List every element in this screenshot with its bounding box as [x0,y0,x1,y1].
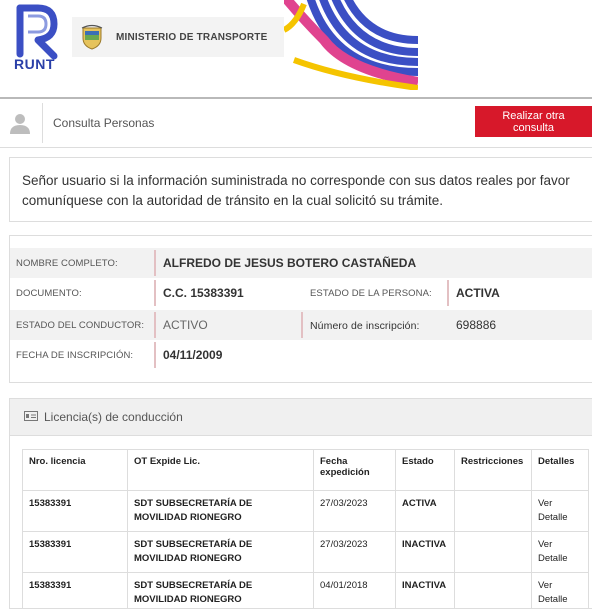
ver-detalle-link[interactable]: Ver Detalle [532,491,589,532]
label-divider [154,280,156,306]
cell-ot: SDT SUBSECRETARÍA DE MOVILIDAD RIONEGRO [128,573,314,609]
cell-fecha: 27/03/2023 [314,491,396,532]
realizar-otra-consulta-button[interactable]: Realizar otra consulta [475,106,592,137]
inscripcion-value: 698886 [456,318,496,332]
cell-restricciones [455,573,532,609]
col-detalles: Detalles [532,450,589,491]
ver-detalle-link[interactable]: Ver Detalle [532,532,589,573]
license-card-icon [24,411,38,421]
documento-label: DOCUMENTO: [16,288,82,299]
cell-restricciones [455,491,532,532]
cell-estado: INACTIVA [396,573,455,609]
cell-nro: 15383391 [23,491,128,532]
label-divider [154,342,156,368]
documento-value: C.C. 15383391 [163,286,244,300]
header-right-space [418,0,592,90]
consulta-bar: Consulta Personas Realizar otra consulta [0,99,592,148]
cell-fecha: 04/01/2018 [314,573,396,609]
row-fecha: FECHA DE INSCRIPCIÓN: 04/11/2009 [10,340,592,370]
table-row: 15383391 SDT SUBSECRETARÍA DE MOVILIDAD … [23,491,589,532]
licenses-title: Licencia(s) de conducción [44,410,183,424]
licenses-header: Licencia(s) de conducción [10,399,592,436]
label-divider [154,312,156,338]
row-nombre: NOMBRE COMPLETO: ALFREDO DE JESUS BOTERO… [10,248,592,278]
ministry-name: MINISTERIO DE TRANSPORTE [116,32,267,43]
nombre-label: NOMBRE COMPLETO: [16,258,118,269]
col-estado: Estado [396,450,455,491]
estado-persona-label: ESTADO DE LA PERSONA: [310,288,432,299]
cell-restricciones [455,532,532,573]
cell-ot: SDT SUBSECRETARÍA DE MOVILIDAD RIONEGRO [128,491,314,532]
notice-box: Señor usuario si la información suminist… [9,157,592,222]
site-header: RUNT MINISTERIO DE TRANSPORTE [0,0,418,90]
cell-estado: ACTIVA [396,491,455,532]
fecha-label: FECHA DE INSCRIPCIÓN: [16,350,133,361]
row-documento: DOCUMENTO: C.C. 15383391 ESTADO DE LA PE… [10,278,592,308]
decorative-wave-graphic [284,0,418,90]
col-restricciones: Restricciones [455,450,532,491]
page-title: Consulta Personas [53,116,154,130]
runt-logo-text: RUNT [14,56,55,72]
cell-nro: 15383391 [23,532,128,573]
table-header-row: Nro. licencia OT Expide Lic. Fecha exped… [23,450,589,491]
inscripcion-label: Número de inscripción: [310,320,420,332]
notice-text: Señor usuario si la información suminist… [22,171,582,211]
ministry-banner: MINISTERIO DE TRANSPORTE [72,17,286,57]
cell-fecha: 27/03/2023 [314,532,396,573]
bar-divider [42,103,43,143]
estado-persona-value: ACTIVA [456,286,500,300]
cell-estado: INACTIVA [396,532,455,573]
cell-ot: SDT SUBSECRETARÍA DE MOVILIDAD RIONEGRO [128,532,314,573]
table-row: 15383391 SDT SUBSECRETARÍA DE MOVILIDAD … [23,532,589,573]
label-divider [301,312,303,338]
licenses-table: Nro. licencia OT Expide Lic. Fecha exped… [22,449,589,609]
user-icon [8,111,32,135]
licenses-panel: Licencia(s) de conducción Nro. licencia … [9,398,592,609]
col-nro-licencia: Nro. licencia [23,450,128,491]
label-divider [447,280,449,306]
col-ot-expide: OT Expide Lic. [128,450,314,491]
person-info-panel: NOMBRE COMPLETO: ALFREDO DE JESUS BOTERO… [9,235,592,383]
nombre-value: ALFREDO DE JESUS BOTERO CASTAÑEDA [163,256,416,270]
ver-detalle-link[interactable]: Ver Detalle [532,573,589,609]
fecha-value: 04/11/2009 [163,348,222,362]
estado-conductor-label: ESTADO DEL CONDUCTOR: [16,320,144,331]
table-row: 15383391 SDT SUBSECRETARÍA DE MOVILIDAD … [23,573,589,609]
col-fecha-expedicion: Fecha expedición [314,450,396,491]
estado-conductor-value: ACTIVO [163,318,208,332]
colombia-shield-icon [80,24,104,50]
row-conductor: ESTADO DEL CONDUCTOR: ACTIVO Número de i… [10,310,592,340]
label-divider [154,250,156,276]
cell-nro: 15383391 [23,573,128,609]
